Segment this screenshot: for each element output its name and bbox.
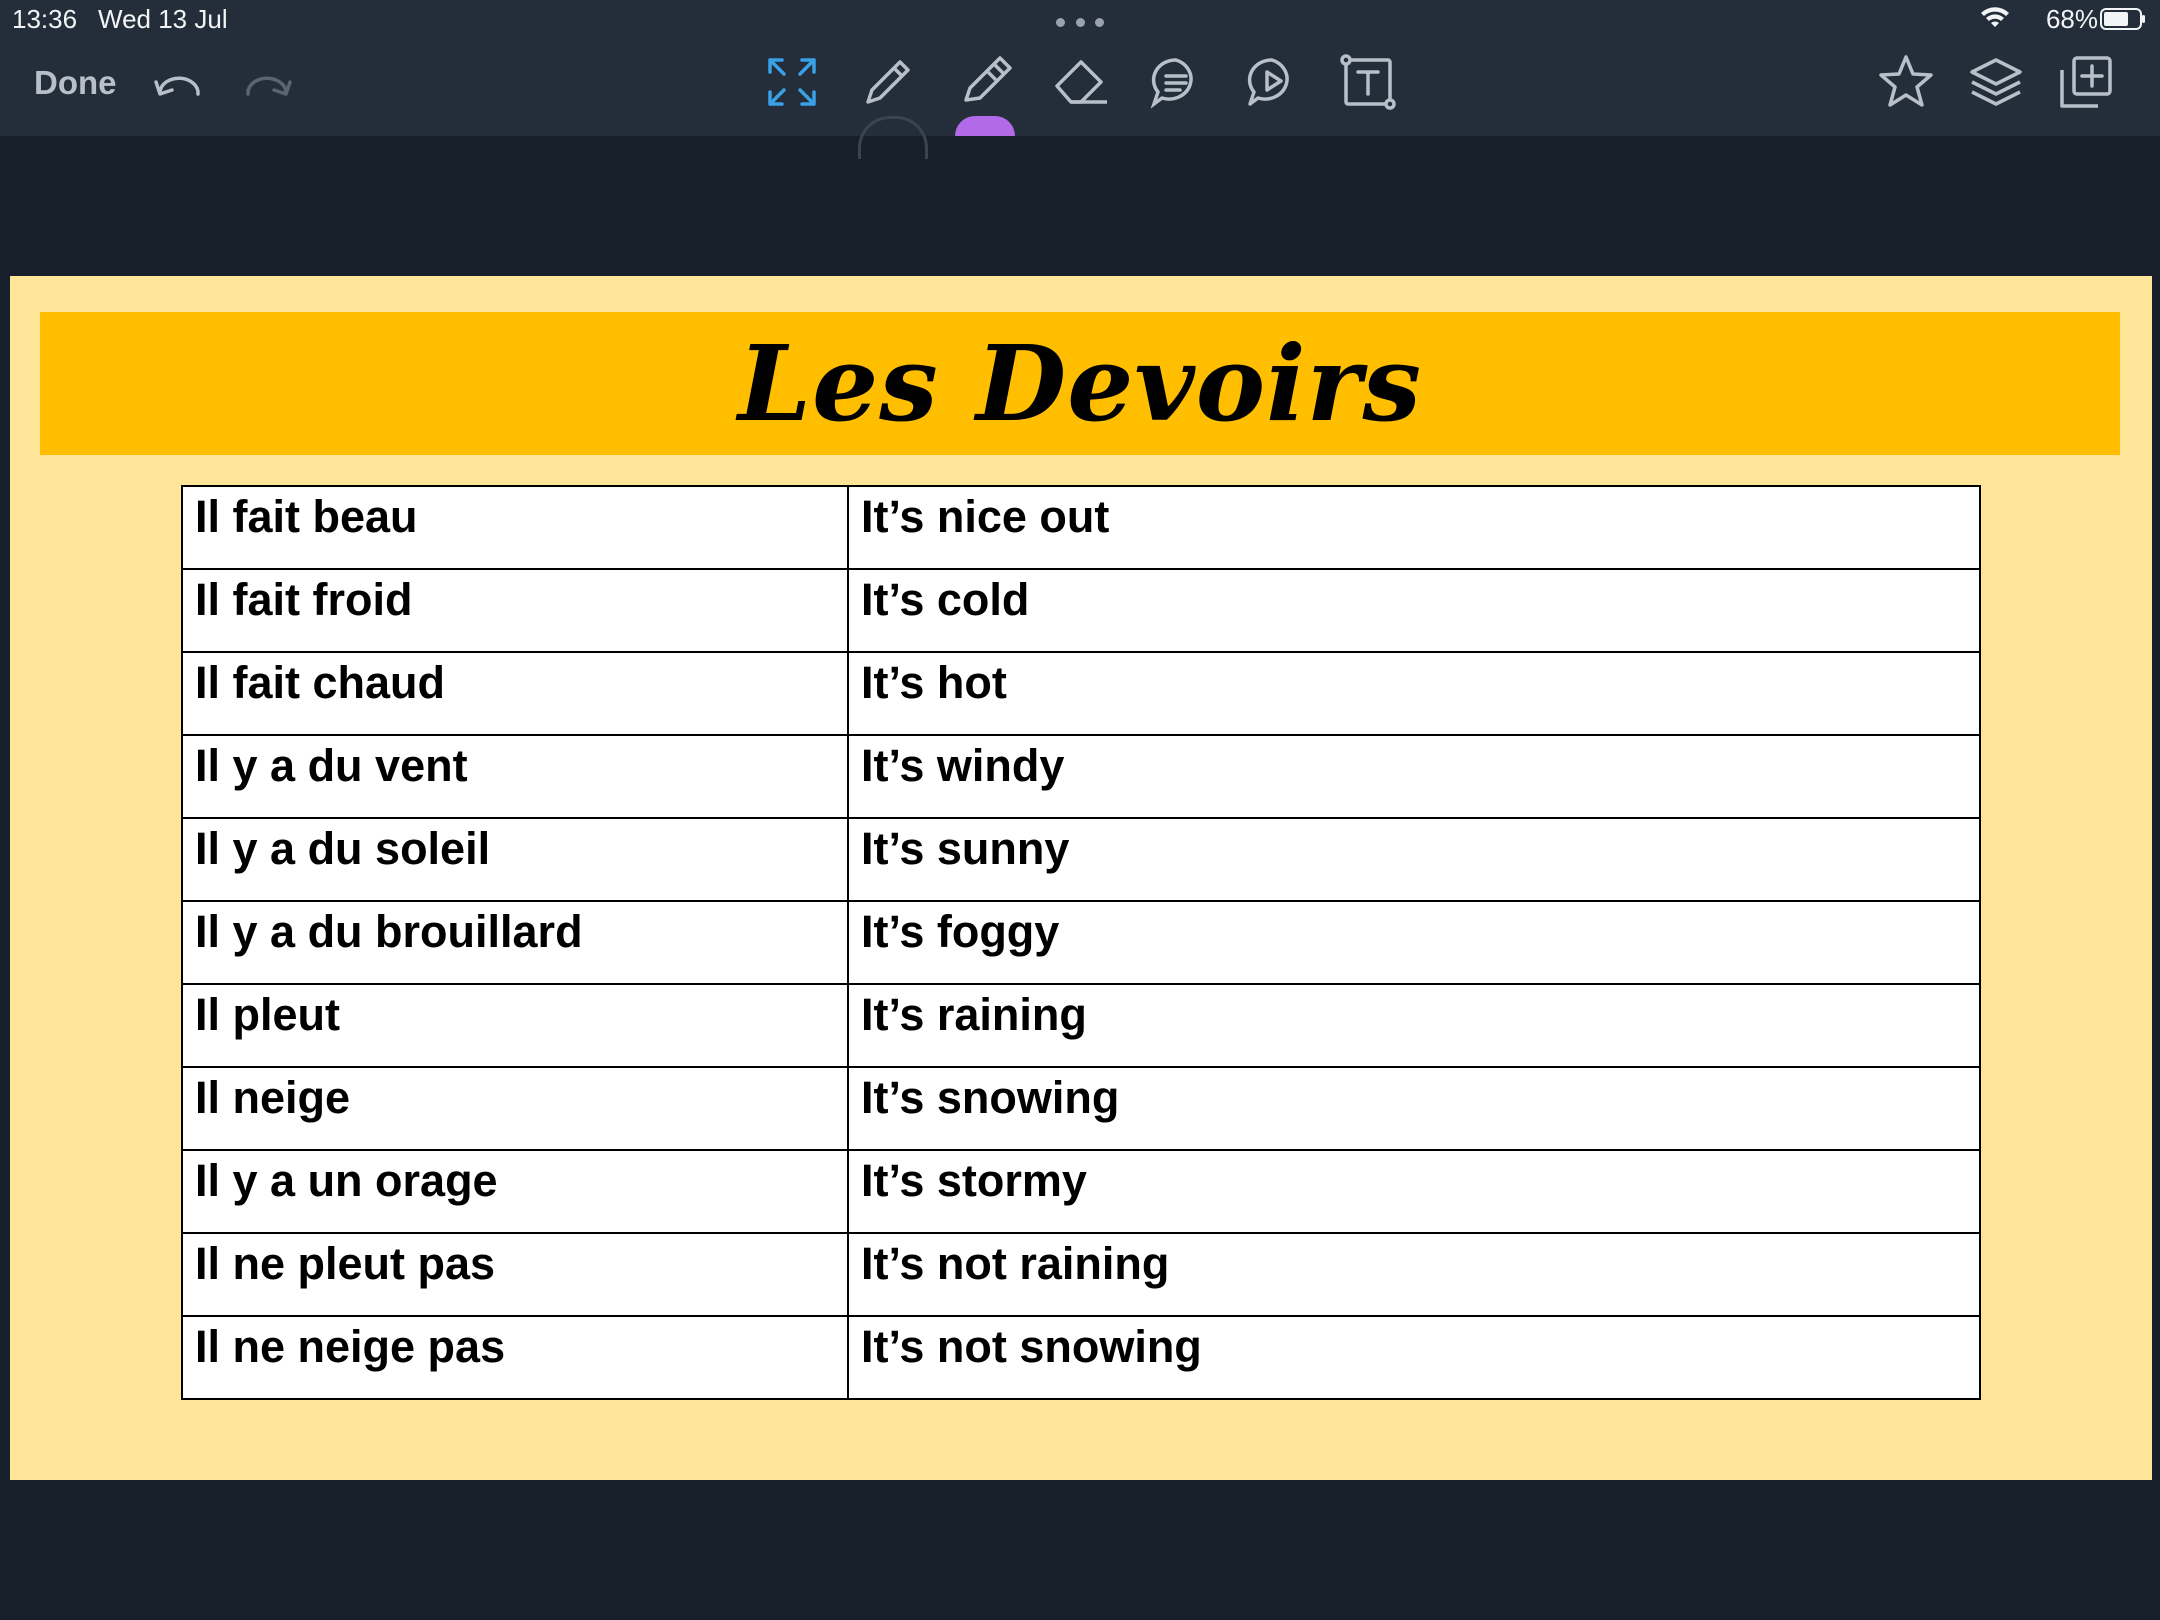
status-date: Wed 13 Jul <box>98 4 228 34</box>
add-page-icon[interactable] <box>2054 50 2118 114</box>
french-phrase-cell: Il ne pleut pas <box>181 1232 849 1317</box>
french-phrase-cell: Il y a un orage <box>181 1149 849 1234</box>
done-button[interactable]: Done <box>34 64 117 102</box>
english-phrase-cell: It’s stormy <box>847 1149 1981 1234</box>
undo-icon[interactable] <box>152 68 204 108</box>
status-time: 13:36 <box>12 4 78 34</box>
english-phrase-cell: It’s cold <box>847 568 1981 653</box>
english-phrase-cell: It’s snowing <box>847 1066 1981 1151</box>
french-phrase-cell: Il y a du brouillard <box>181 900 849 985</box>
french-phrase-cell: Il neige <box>181 1066 849 1151</box>
french-phrase-cell: Il pleut <box>181 983 849 1068</box>
french-phrase-cell: Il ne neige pas <box>181 1315 849 1400</box>
eraser-icon[interactable] <box>1048 50 1112 114</box>
french-phrase-cell: Il fait froid <box>181 568 849 653</box>
pen-color-black-swatch[interactable] <box>858 116 928 159</box>
table-row: Il y a du vent It’s windy <box>181 734 1981 819</box>
french-phrase-cell: Il y a du vent <box>181 734 849 819</box>
table-row: Il y a du brouillard It’s foggy <box>181 900 1981 985</box>
table-row: Il fait chaud It’s hot <box>181 651 1981 736</box>
pen-color-purple-swatch[interactable] <box>955 116 1015 136</box>
english-phrase-cell: It’s hot <box>847 651 1981 736</box>
battery-percentage: 68% <box>2045 4 2098 34</box>
top-toolbar: 13:36 Wed 13 Jul 68% Done <box>0 0 2160 159</box>
english-phrase-cell: It’s windy <box>847 734 1981 819</box>
table-row: Il ne neige pas It’s not snowing <box>181 1315 1981 1400</box>
table-row: Il ne pleut pas It’s not raining <box>181 1232 1981 1317</box>
table-row: Il y a un orage It’s stormy <box>181 1149 1981 1234</box>
english-phrase-cell: It’s not raining <box>847 1232 1981 1317</box>
pencil-icon[interactable] <box>856 50 920 114</box>
english-phrase-cell: It’s nice out <box>847 485 1981 570</box>
english-phrase-cell: It’s raining <box>847 983 1981 1068</box>
star-icon[interactable] <box>1874 50 1938 114</box>
document-page: Les Devoirs Il fait beau It’s nice out Il … <box>10 276 2152 1480</box>
french-phrase-cell: Il fait chaud <box>181 651 849 736</box>
table-row: Il pleut It’s raining <box>181 983 1981 1068</box>
table-row: Il y a du soleil It’s sunny <box>181 817 1981 902</box>
highlighter-icon[interactable] <box>952 50 1016 114</box>
vocabulary-table: Il fait beau It’s nice out Il fait froid It… <box>181 485 1981 1400</box>
multitasking-dots-icon[interactable] <box>1056 18 1104 28</box>
text-box-icon[interactable] <box>1336 50 1400 114</box>
wifi-icon <box>1981 7 2009 27</box>
battery-icon <box>2100 8 2145 30</box>
french-phrase-cell: Il y a du soleil <box>181 817 849 902</box>
play-icon[interactable] <box>1240 50 1304 114</box>
english-phrase-cell: It’s not snowing <box>847 1315 1981 1400</box>
english-phrase-cell: It’s sunny <box>847 817 1981 902</box>
table-row: Il neige It’s snowing <box>181 1066 1981 1151</box>
english-phrase-cell: It’s foggy <box>847 900 1981 985</box>
french-phrase-cell: Il fait beau <box>181 485 849 570</box>
table-row: Il fait froid It’s cold <box>181 568 1981 653</box>
title-band: Les Devoirs <box>40 312 2120 455</box>
table-row: Il fait beau It’s nice out <box>181 485 1981 570</box>
comment-icon[interactable] <box>1144 50 1208 114</box>
page-title: Les Devoirs <box>737 322 1423 445</box>
redo-icon[interactable] <box>242 68 294 108</box>
fullscreen-icon[interactable] <box>760 50 824 114</box>
layers-icon[interactable] <box>1964 50 2028 114</box>
